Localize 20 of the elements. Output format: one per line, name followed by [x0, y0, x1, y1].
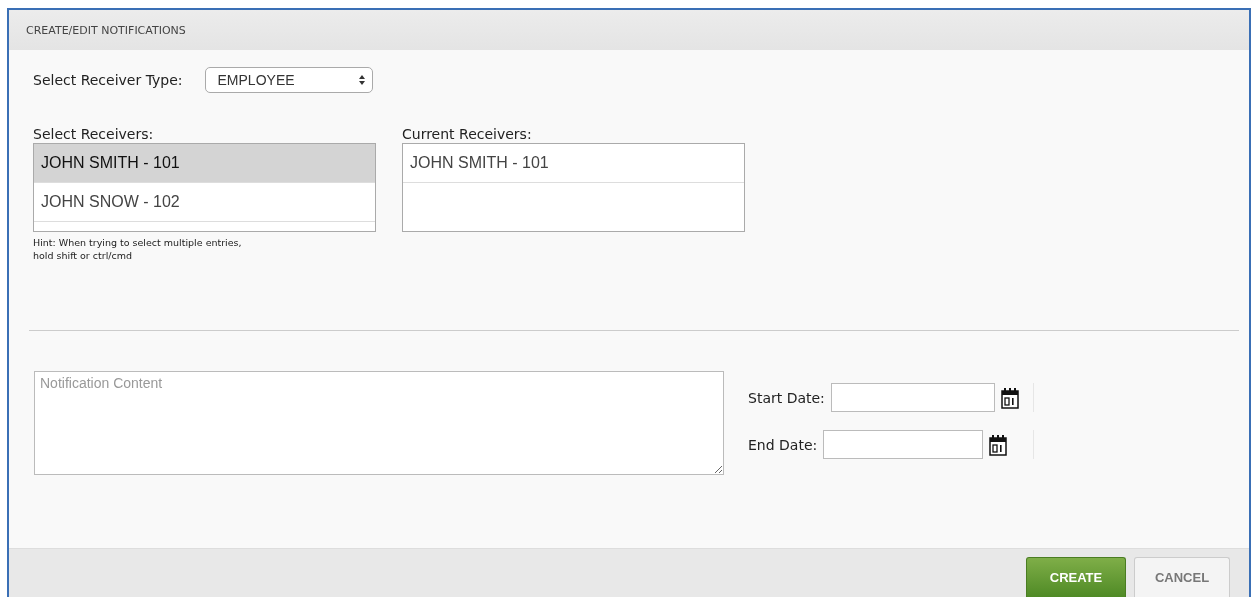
cancel-button[interactable]: CANCEL [1134, 557, 1230, 597]
field-label: Start Date: [748, 389, 825, 406]
field-label: End Date: [748, 436, 818, 453]
field-label: Select Receiver Type: [33, 72, 183, 88]
field-label: Current Receivers: [402, 126, 533, 142]
current-receivers-listbox[interactable]: JOHN SMITH - 101 [402, 143, 745, 232]
receivers-listbox[interactable]: JOHN SMITH - 101 JOHN SNOW - 102 [33, 143, 376, 232]
start-date-field[interactable] [830, 383, 995, 412]
hint-text: Hint: When trying to select multiple entries, hold shift or ctrl/cmd [33, 236, 243, 262]
sort-arrows-icon [357, 74, 366, 86]
calendar-icon[interactable] [1000, 386, 1019, 409]
list-option[interactable]: JOHN SMITH - 101 [34, 144, 375, 183]
panel-title: CREATE/EDIT NOTIFICATIONS [26, 23, 186, 37]
list-option[interactable]: JOHN SNOW - 102 [34, 183, 375, 222]
field-label: Select Receivers: [33, 126, 155, 142]
notification-content-field[interactable]: Notification Content [34, 371, 724, 475]
receiver-type-dropdown[interactable]: EMPLOYEE [204, 67, 373, 93]
end-date-field[interactable] [823, 430, 984, 459]
list-option[interactable]: JOHN SMITH - 101 [403, 144, 744, 183]
calendar-icon[interactable] [989, 433, 1008, 456]
